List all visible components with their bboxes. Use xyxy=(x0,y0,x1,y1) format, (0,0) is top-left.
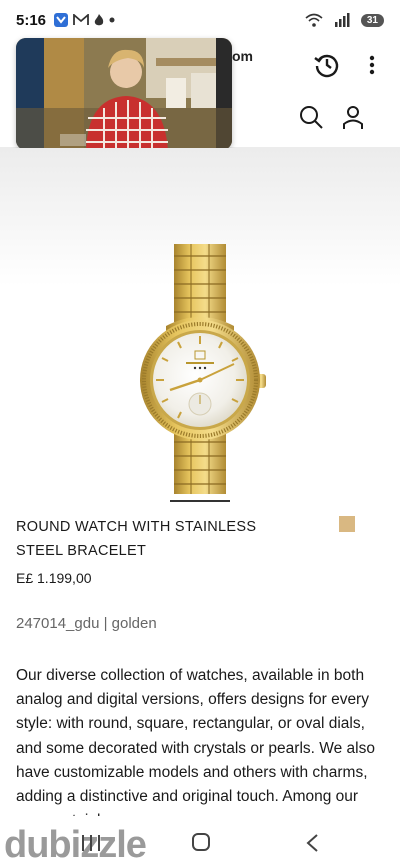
video-frame xyxy=(16,38,232,150)
image-pager-indicator xyxy=(170,500,230,502)
back-button[interactable] xyxy=(302,832,324,854)
search-button[interactable] xyxy=(298,104,324,130)
account-icon xyxy=(343,106,363,129)
shield-app-icon xyxy=(54,13,69,27)
product-description: Our diverse collection of watches, avail… xyxy=(16,667,375,816)
watch-image xyxy=(140,244,266,494)
history-icon xyxy=(314,54,339,78)
search-icon xyxy=(300,106,323,129)
recent-apps-icon xyxy=(82,835,100,851)
home-button[interactable] xyxy=(190,831,212,853)
signal-icon xyxy=(334,13,350,27)
product-reference: 247014_gdu | golden xyxy=(16,615,157,632)
battery-indicator: 31 xyxy=(360,13,384,27)
dubizzle-watermark: dubizzle xyxy=(4,824,147,866)
more-vert-icon xyxy=(369,55,375,75)
product-title: ROUND WATCH WITH STAINLESS STEEL BRACELE… xyxy=(16,519,257,559)
notification-dot-icon xyxy=(109,17,115,23)
account-button[interactable] xyxy=(340,104,366,130)
site-domain: om xyxy=(232,48,253,64)
recent-apps-button[interactable] xyxy=(78,832,104,854)
back-icon xyxy=(306,834,318,852)
flame-icon xyxy=(94,13,104,27)
more-options-button[interactable] xyxy=(362,50,382,80)
wifi-icon xyxy=(305,13,323,27)
color-swatch-golden[interactable] xyxy=(339,516,355,532)
product-image[interactable] xyxy=(0,148,400,494)
status-time: 5:16 xyxy=(16,11,47,29)
home-icon xyxy=(192,833,210,851)
pip-video-player[interactable] xyxy=(16,38,232,150)
product-price: E£ 1.199,00 xyxy=(16,570,92,586)
history-button[interactable] xyxy=(312,50,342,80)
status-bar: 5:16 31 xyxy=(0,0,400,40)
gmail-icon xyxy=(73,14,89,26)
